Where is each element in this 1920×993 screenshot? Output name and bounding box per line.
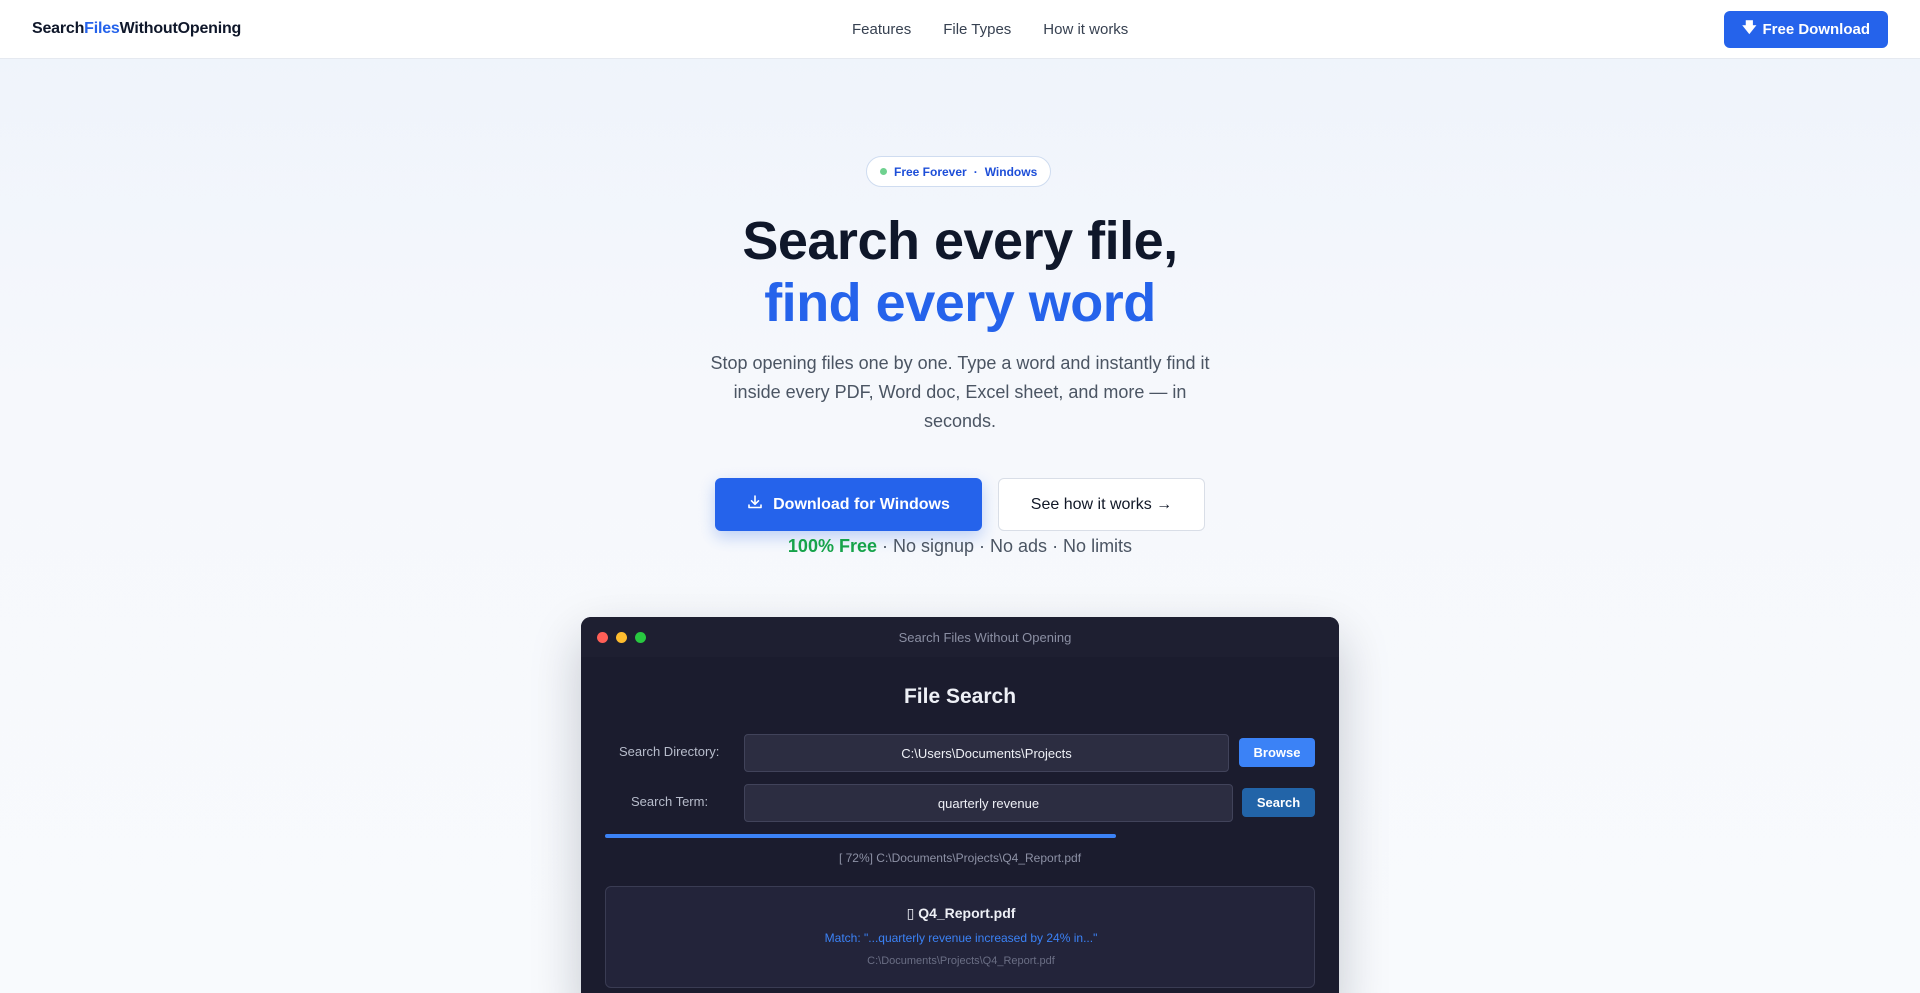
- hero-subtitle: Stop opening files one by one. Type a wo…: [710, 353, 1210, 431]
- status-dot-icon: [880, 168, 887, 175]
- hero-title-line1: Search every file,: [742, 211, 1178, 271]
- download-arrow-icon: 🡇: [1742, 19, 1757, 35]
- free-tagline: 100% Free · No signup · No ads · No limi…: [787, 536, 1133, 556]
- top-nav: SearchFilesWithoutOpening Features File …: [0, 0, 1920, 59]
- search-term-input[interactable]: quarterly revenue: [744, 784, 1233, 822]
- search-result-card[interactable]: ▯ Q4_Report.pdf Match: "...quarterly rev…: [605, 886, 1315, 988]
- logo[interactable]: SearchFilesWithoutOpening: [32, 20, 241, 38]
- download-icon: [747, 494, 763, 515]
- result-file-path: C:\Documents\Projects\Q4_Report.pdf: [867, 955, 1055, 967]
- browse-button[interactable]: Browse: [1239, 738, 1315, 767]
- hero-title: Search every file, find every word: [0, 210, 1920, 334]
- search-progress-fill: [605, 834, 1117, 838]
- window-titlebar: Search Files Without Opening: [581, 617, 1339, 657]
- window-title: Search Files Without Opening: [898, 630, 1072, 645]
- free-download-button[interactable]: 🡇 Free Download: [1724, 10, 1888, 48]
- download-for-windows-button[interactable]: Download for Windows: [715, 478, 982, 531]
- directory-input[interactable]: C:\Users\Documents\Projects: [744, 734, 1229, 772]
- search-status-text: [ 72%] C:\Documents\Projects\Q4_Report.p…: [838, 851, 1082, 865]
- hero-title-line2: find every word: [764, 273, 1156, 333]
- nav-links: Features File Types How it works: [852, 0, 1128, 59]
- hero-badge: Free Forever · Windows: [866, 156, 1052, 187]
- search-button[interactable]: Search: [1242, 788, 1315, 817]
- search-progress-bar: [605, 834, 1315, 838]
- directory-label: Search Directory:: [619, 744, 720, 759]
- search-term-label: Search Term:: [631, 794, 709, 809]
- nav-link-features[interactable]: Features: [852, 21, 911, 38]
- nav-link-how-it-works[interactable]: How it works: [1043, 21, 1128, 38]
- result-file-name: ▯ Q4_Report.pdf: [906, 905, 1016, 921]
- see-how-it-works-button[interactable]: See how it works →: [998, 478, 1205, 531]
- app-preview-window: Search Files Without Opening File Search…: [581, 617, 1339, 993]
- app-heading: File Search: [903, 685, 1017, 708]
- file-icon: ▯: [906, 905, 915, 921]
- result-match-snippet: Match: "...quarterly revenue increased b…: [824, 931, 1098, 945]
- nav-link-file-types[interactable]: File Types: [943, 21, 1011, 38]
